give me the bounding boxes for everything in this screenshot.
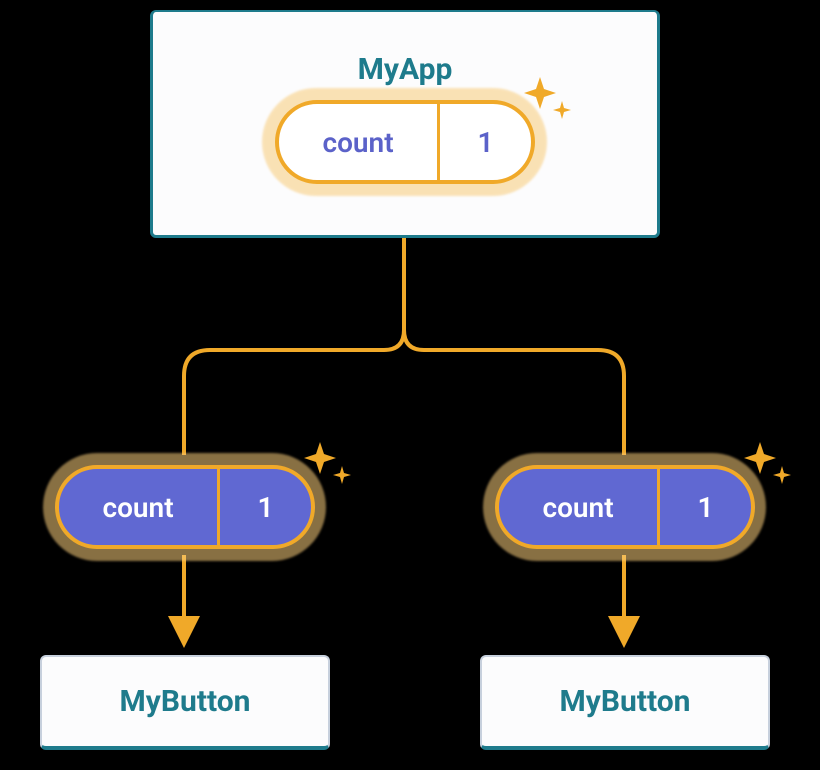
parent-title: MyApp — [358, 52, 453, 87]
parent-state-pill: count 1 — [275, 100, 535, 184]
child-component-box-left: MyButton — [40, 655, 330, 750]
child-prop-pill-right: count 1 — [495, 465, 755, 549]
child-prop-pill-left: count 1 — [55, 465, 315, 549]
child-component-box-right: MyButton — [480, 655, 770, 750]
sparkle-icon — [300, 440, 360, 500]
child-pill-value-left: 1 — [220, 469, 311, 545]
child-title-right: MyButton — [560, 684, 691, 719]
child-pill-label-left: count — [59, 469, 220, 545]
child-title-left: MyButton — [120, 684, 251, 719]
sparkle-icon — [740, 440, 800, 500]
parent-pill-label: count — [279, 104, 440, 180]
parent-pill-value: 1 — [440, 104, 531, 180]
sparkle-icon — [520, 75, 580, 135]
child-pill-value-right: 1 — [660, 469, 751, 545]
diagram-canvas: MyApp count 1 count 1 count 1 MyButton M… — [0, 0, 820, 770]
child-pill-label-right: count — [499, 469, 660, 545]
